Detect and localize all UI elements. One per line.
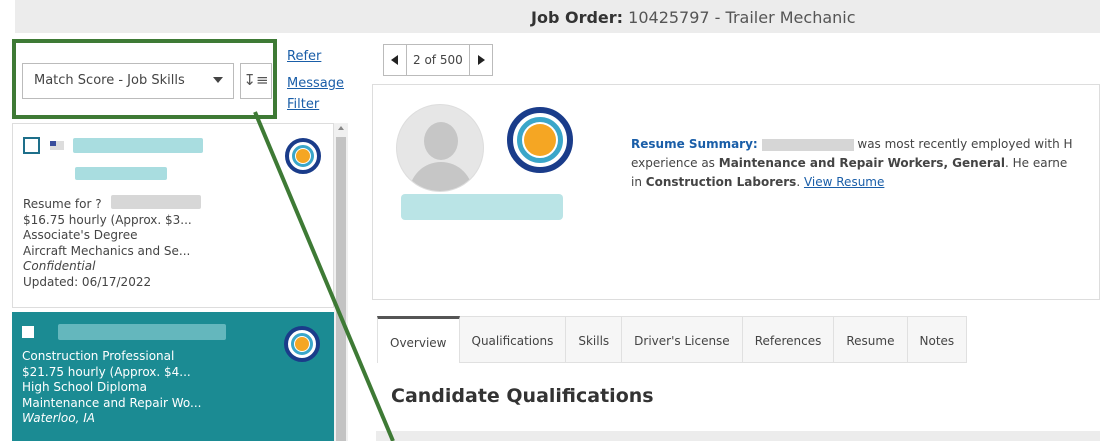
caret-right-icon [477, 55, 485, 65]
message-link[interactable]: Message [287, 76, 344, 91]
resume-summary: Resume Summary: was most recently employ… [631, 135, 1100, 192]
qualifications-panel [376, 431, 1100, 441]
candidate-summary-card [372, 84, 1100, 300]
candidate-tabs: Overview Qualifications Skills Driver's … [377, 316, 968, 363]
match-score-icon [507, 107, 573, 173]
candidate-updated: Updated: 06/17/2022 [23, 274, 152, 289]
candidate-details: Resume for ? $16.75 hourly (Approx. $3..… [23, 197, 192, 290]
us-flag-icon [50, 141, 64, 150]
resume-summary-label: Resume Summary: [631, 137, 758, 151]
redacted-name [58, 324, 226, 340]
candidate-occupation: Aircraft Mechanics and Se... [23, 243, 191, 258]
summary-line2-suffix: . He earne [1004, 156, 1068, 170]
candidate-card-selected[interactable]: Construction Professional $21.75 hourly … [12, 312, 334, 441]
tab-resume[interactable]: Resume [834, 316, 908, 363]
match-score-icon [284, 326, 320, 362]
tab-drivers-license[interactable]: Driver's License [622, 316, 743, 363]
redacted-location [75, 167, 167, 180]
candidate-pager: 2 of 500 [383, 44, 493, 76]
section-title: Candidate Qualifications [391, 385, 654, 407]
match-score-icon [285, 138, 321, 174]
summary-occupation: Maintenance and Repair Workers, General [718, 156, 1005, 170]
tab-references[interactable]: References [742, 316, 835, 363]
candidate-location: Waterloo, IA [22, 411, 95, 425]
scroll-thumb[interactable] [336, 137, 346, 441]
candidate-location: Confidential [23, 259, 96, 273]
candidate-card[interactable]: Resume for ? $16.75 hourly (Approx. $3..… [12, 123, 334, 308]
caret-left-icon [391, 55, 398, 65]
summary-line2-prefix: experience as [631, 156, 719, 170]
redacted-name [73, 138, 203, 153]
filter-link[interactable]: Filter [287, 97, 319, 112]
candidate-title: Resume for ? [23, 197, 102, 211]
tab-qualifications[interactable]: Qualifications [459, 316, 567, 363]
job-order-label: Job Order: [531, 8, 624, 27]
refer-link[interactable]: Refer [287, 49, 321, 64]
summary-line3-prefix: in [631, 175, 646, 189]
next-button[interactable] [468, 45, 492, 75]
candidate-details: Construction Professional $21.75 hourly … [22, 349, 201, 427]
top-header-bar: Job Order: 10425797 - Trailer Mechanic [15, 0, 1100, 33]
summary-line1: was most recently employed with H [857, 137, 1073, 151]
redacted-name [761, 138, 854, 151]
scroll-up-icon[interactable] [338, 126, 344, 130]
pager-count: 2 of 500 [413, 53, 463, 67]
callout-highlight-box [12, 39, 277, 119]
tab-overview[interactable]: Overview [377, 316, 460, 363]
candidate-pay: $16.75 hourly (Approx. $3... [23, 212, 192, 227]
previous-button[interactable] [384, 45, 407, 75]
tab-notes[interactable]: Notes [907, 316, 968, 363]
view-resume-link[interactable]: View Resume [804, 175, 884, 189]
candidate-occupation: Maintenance and Repair Wo... [22, 395, 202, 410]
summary-prior-occupation: Construction Laborers [645, 175, 797, 189]
candidate-title: Construction Professional [22, 349, 175, 363]
candidate-pay: $21.75 hourly (Approx. $4... [22, 364, 191, 379]
avatar [396, 104, 484, 192]
candidate-checkbox[interactable] [23, 137, 40, 154]
job-order-title: Job Order: 10425797 - Trailer Mechanic [531, 8, 856, 27]
redacted-candidate-name [401, 194, 563, 220]
candidate-education: Associate's Degree [23, 228, 138, 242]
tab-skills[interactable]: Skills [566, 316, 623, 363]
candidate-checkbox[interactable] [22, 326, 34, 338]
candidate-list: Resume for ? $16.75 hourly (Approx. $3..… [12, 123, 334, 441]
summary-line3-suffix: . [796, 175, 804, 189]
candidate-list-scrollbar[interactable] [334, 123, 348, 441]
candidate-education: High School Diploma [22, 380, 147, 394]
job-order-value: 10425797 - Trailer Mechanic [628, 8, 856, 27]
